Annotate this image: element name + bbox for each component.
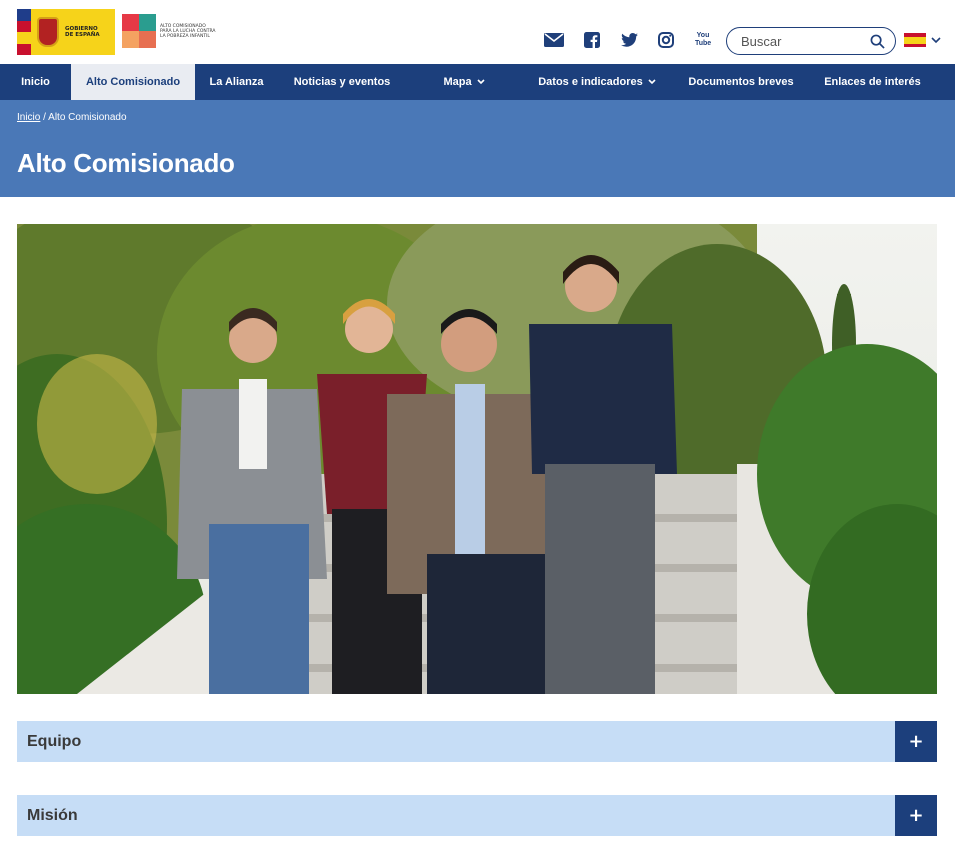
plus-icon[interactable]: +: [895, 795, 937, 836]
nav-item-label: Alto Comisionado: [85, 76, 181, 88]
twitter-icon[interactable]: [618, 30, 640, 50]
nav-item-inicio[interactable]: Inicio: [0, 64, 71, 100]
facebook-icon[interactable]: [581, 30, 603, 50]
flag-strip: [17, 9, 31, 55]
nav-item-label: Enlaces de interés: [824, 76, 921, 88]
search-box: [726, 27, 896, 55]
nav-item-enlaces-de-interes[interactable]: Enlaces de interés: [810, 64, 935, 100]
accordion-mision[interactable]: Misión +: [17, 795, 937, 836]
nav-item-label: Noticias y eventos: [293, 76, 391, 88]
nav-item-label: La Alianza: [209, 76, 264, 88]
youtube-label: You Tube: [695, 32, 712, 47]
nav-item-label: Documentos breves: [688, 76, 794, 88]
accordion-label: Equipo: [27, 732, 82, 750]
breadcrumb-home-link[interactable]: Inicio: [17, 112, 40, 123]
breadcrumb-current: Alto Comisionado: [48, 112, 127, 123]
breadcrumb-separator: /: [43, 112, 46, 123]
gobierno-logo[interactable]: GOBIERNO DE ESPAÑA: [17, 9, 115, 55]
search-icon[interactable]: [870, 34, 885, 49]
youtube-icon[interactable]: You Tube: [692, 30, 714, 50]
nav-item-documentos-breves[interactable]: Documentos breves: [672, 64, 810, 100]
nav-item-label: Inicio: [21, 76, 50, 88]
mail-icon[interactable]: [543, 30, 565, 50]
team-photo: [17, 224, 937, 694]
accordion-label: Misión: [27, 806, 78, 824]
nav-item-label: Mapa: [443, 76, 472, 88]
search-input[interactable]: [741, 33, 861, 49]
nav-item-datos-e-indicadores[interactable]: Datos e indicadores: [522, 64, 672, 100]
nav-item-noticias-y-eventos[interactable]: Noticias y eventos: [278, 64, 406, 100]
plus-icon[interactable]: +: [895, 721, 937, 762]
nav-item-label: Datos e indicadores: [538, 76, 643, 88]
alto-logo-mark-icon: [122, 14, 156, 48]
top-header: GOBIERNO DE ESPAÑA ALTO COMISIONADO PARA…: [0, 0, 955, 64]
accordion-equipo[interactable]: Equipo +: [17, 721, 937, 762]
page-title: Alto Comisionado: [17, 148, 235, 178]
chevron-down-icon: [648, 76, 656, 88]
chevron-down-icon: [931, 36, 941, 44]
instagram-icon[interactable]: [655, 30, 677, 50]
nav-item-mapa[interactable]: Mapa: [406, 64, 522, 100]
alto-logo-text: ALTO COMISIONADO PARA LA LUCHA CONTRA LA…: [160, 23, 216, 39]
language-selector[interactable]: [904, 33, 941, 47]
alto-comisionado-logo[interactable]: ALTO COMISIONADO PARA LA LUCHA CONTRA LA…: [122, 14, 216, 48]
breadcrumb: Inicio / Alto Comisionado: [17, 112, 127, 123]
nav-item-la-alianza[interactable]: La Alianza: [195, 64, 278, 100]
nav-item-alto-comisionado[interactable]: Alto Comisionado: [71, 64, 195, 100]
main-navigation: Inicio Alto Comisionado La Alianza Notic…: [0, 64, 955, 100]
spain-flag-icon: [904, 33, 926, 47]
chevron-down-icon: [476, 76, 485, 88]
gobierno-logo-text: GOBIERNO DE ESPAÑA: [65, 26, 100, 38]
coat-of-arms-icon: [37, 17, 59, 47]
